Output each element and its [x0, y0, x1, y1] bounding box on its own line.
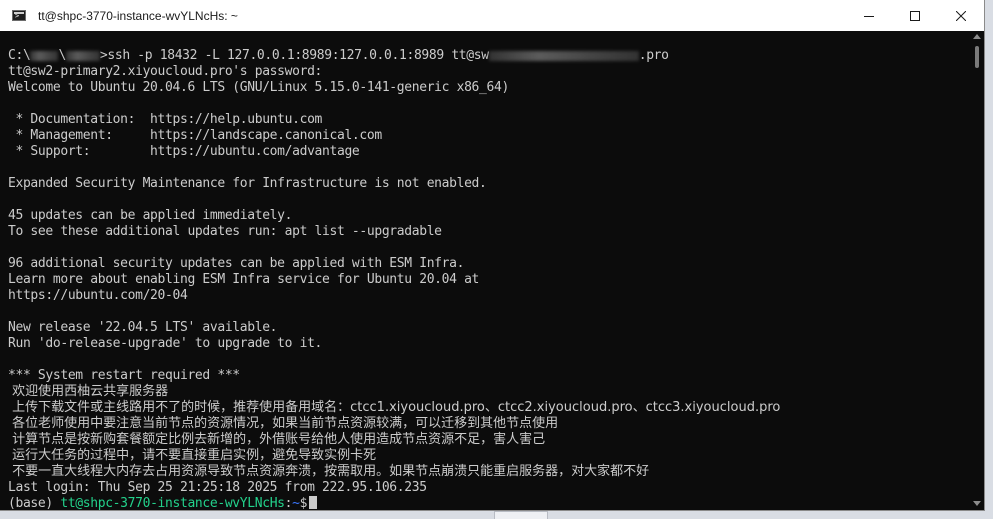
ssh-path-sep: \	[58, 48, 66, 63]
output-line: * Support: https://ubuntu.com/advantage	[8, 144, 360, 159]
output-line: New release '22.04.5 LTS' available.	[8, 320, 278, 335]
vertical-scrollbar[interactable]	[970, 31, 984, 510]
output-line: 45 updates can be applied immediately.	[8, 208, 293, 223]
window-title: tt@shpc-3770-instance-wvYLNcHs: ~	[38, 9, 238, 23]
scroll-thumb[interactable]	[975, 46, 979, 68]
title-bar[interactable]: tt@shpc-3770-instance-wvYLNcHs: ~	[0, 0, 984, 31]
output-line: * Documentation: https://help.ubuntu.com	[8, 112, 323, 127]
shell-prompt[interactable]: (base) tt@shpc-3770-instance-wvYLNcHs:~$	[8, 496, 968, 511]
motd-line: 运行大任务的过程中，请不要直接重启实例，避免导致实例卡死	[8, 448, 377, 463]
motd-line: 上传下载文件或主线路用不了的时候，推荐使用备用域名：ctcc1.xiyouclo…	[8, 400, 781, 415]
output-line: * Management: https://landscape.canonica…	[8, 128, 382, 143]
terminal-output[interactable]: C:\ \ >ssh -p 18432 -L 127.0.0.1:8989:127.…	[8, 48, 968, 511]
prompt-symbol: $	[299, 496, 308, 511]
redacted-username	[30, 50, 59, 61]
output-line: Run 'do-release-upgrade' to upgrade to i…	[8, 336, 323, 351]
ssh-command-line: C:\ \ >ssh -p 18432 -L 127.0.0.1:8989:127.…	[8, 48, 968, 64]
minimize-icon	[864, 15, 874, 17]
prompt-path: ~	[292, 496, 300, 511]
last-login-line: Last login: Thu Sep 25 21:25:18 2025 fro…	[8, 480, 427, 495]
redacted-hostname	[488, 50, 639, 61]
output-line: Welcome to Ubuntu 20.04.6 LTS (GNU/Linux…	[8, 80, 509, 95]
minimize-button[interactable]	[846, 0, 892, 31]
text-cursor	[309, 496, 318, 509]
output-line: To see these additional updates run: apt…	[8, 224, 442, 239]
output-line: Learn more about enabling ESM Infra serv…	[8, 272, 480, 287]
terminal-window: tt@shpc-3770-instance-wvYLNcHs: ~ C:\ \ >s…	[0, 0, 985, 511]
output-line: https://ubuntu.com/20-04	[8, 288, 188, 303]
ssh-host-suffix: .pro	[638, 48, 669, 63]
terminal-app-icon[interactable]	[12, 10, 26, 21]
maximize-icon	[910, 10, 920, 21]
maximize-button[interactable]	[892, 0, 938, 31]
motd-line: 不要一直大线程大内存去占用资源导致节点资源奔溃，按需取用。如果节点崩溃只能重启服…	[8, 464, 650, 479]
motd-line: 欢迎使用西柚云共享服务器	[8, 384, 169, 399]
prompt-user-host: tt@shpc-3770-instance-wvYLNcHs	[60, 496, 285, 511]
motd-line: 各位老师使用中要注意当前节点的资源情况，如果当前节点资源较满，可以迁移到其他节点…	[8, 416, 559, 431]
taskbar-item-peek	[494, 511, 548, 519]
ssh-command: >ssh -p 18432 -L 127.0.0.1:8989:127.0.0.…	[99, 48, 489, 63]
restart-required-line: *** System restart required ***	[8, 368, 240, 383]
scroll-up-arrow-icon[interactable]	[973, 34, 981, 39]
ssh-drive: C:\	[8, 48, 31, 63]
motd-line: 计算节点是按新购套餐额定比例去新增的，外借账号给他人使用造成节点资源不足，害人害…	[8, 432, 546, 447]
output-line: Expanded Security Maintenance for Infras…	[8, 176, 487, 191]
scroll-down-arrow-icon[interactable]	[973, 501, 981, 506]
close-icon	[956, 10, 966, 21]
prompt-env: (base)	[8, 496, 61, 511]
output-line: tt@sw2-primary2.xiyoucloud.pro's passwor…	[8, 64, 323, 79]
redacted-folder	[65, 50, 100, 61]
output-line: 96 additional security updates can be ap…	[8, 256, 465, 271]
close-button[interactable]	[938, 0, 984, 31]
